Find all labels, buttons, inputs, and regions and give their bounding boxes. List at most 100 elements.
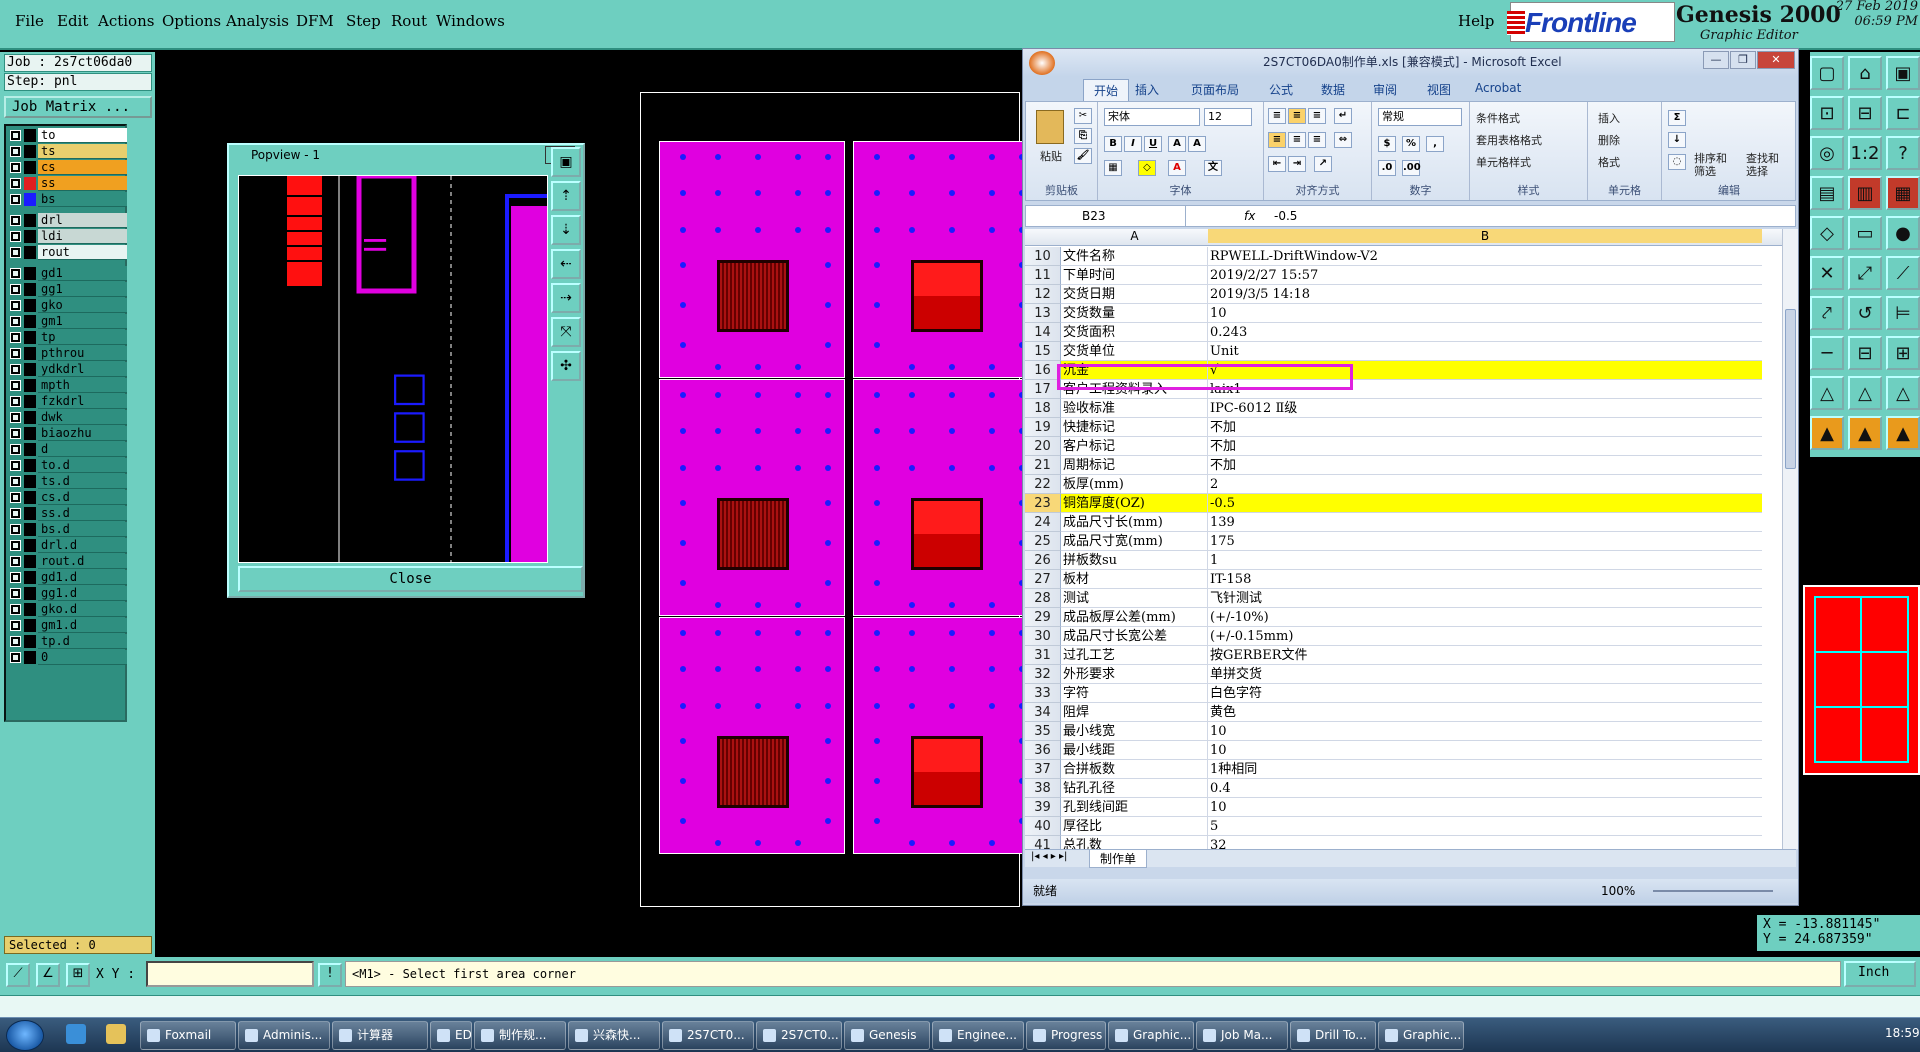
row-number[interactable]: 19 xyxy=(1025,418,1061,437)
unit-selector[interactable]: Inch xyxy=(1844,961,1916,987)
cell-b[interactable]: 不加 xyxy=(1208,418,1762,437)
increase-decimal-icon[interactable]: .0 xyxy=(1378,160,1396,176)
cell-b[interactable]: 5 xyxy=(1208,817,1762,836)
row-number[interactable]: 28 xyxy=(1025,589,1061,608)
layer-checkbox[interactable] xyxy=(10,300,21,311)
menu-edit[interactable]: Edit xyxy=(57,12,88,30)
cell-b[interactable]: 139 xyxy=(1208,513,1762,532)
row-number[interactable]: 20 xyxy=(1025,437,1061,456)
menu-windows[interactable]: Windows xyxy=(436,12,505,30)
minimize-icon[interactable]: — xyxy=(1703,51,1729,69)
layer-color-swatch[interactable] xyxy=(24,161,36,174)
cell-b[interactable]: 0.243 xyxy=(1208,323,1762,342)
layer-name[interactable]: bs.d xyxy=(38,522,127,537)
layer-checkbox[interactable] xyxy=(10,396,21,407)
row-number[interactable]: 22 xyxy=(1025,475,1061,494)
paste-label[interactable]: 粘贴 xyxy=(1040,148,1062,164)
cell-b[interactable]: 10 xyxy=(1208,798,1762,817)
cell-a[interactable]: 阻焊 xyxy=(1061,703,1208,722)
font-size-select[interactable]: 12 xyxy=(1204,108,1252,126)
cell-a[interactable]: 成品板厚公差(mm) xyxy=(1061,608,1208,627)
layer-name[interactable]: tp xyxy=(38,330,127,345)
cell-b[interactable]: 2019/3/5 14:18 xyxy=(1208,285,1762,304)
row-number[interactable]: 10 xyxy=(1025,247,1061,266)
fx-icon[interactable]: fx xyxy=(1244,206,1255,226)
ribbon-tab[interactable]: 公式 xyxy=(1269,81,1293,98)
cell-b[interactable]: 飞针测试 xyxy=(1208,589,1762,608)
layer-row-rout.d[interactable]: rout.d xyxy=(8,554,127,569)
align-left-icon[interactable]: ≡ xyxy=(1268,132,1286,148)
layer-color-swatch[interactable] xyxy=(24,145,36,158)
cell-b[interactable]: (+/-0.15mm) xyxy=(1208,627,1762,646)
taskbar-item[interactable]: Genesis xyxy=(844,1021,930,1050)
layer-name[interactable]: gko xyxy=(38,298,127,313)
layer-name[interactable]: ss xyxy=(38,176,127,191)
layer-checkbox[interactable] xyxy=(10,284,21,295)
row-number[interactable]: 30 xyxy=(1025,627,1061,646)
currency-icon[interactable]: $ xyxy=(1378,136,1396,152)
layer-row-gd1[interactable]: gd1 xyxy=(8,266,127,281)
layer-checkbox[interactable] xyxy=(10,588,21,599)
zoom-fit-icon[interactable]: ▣ xyxy=(551,147,581,177)
layer-row-ss.d[interactable]: ss.d xyxy=(8,506,127,521)
cell-a[interactable]: 客户标记 xyxy=(1061,437,1208,456)
layer-name[interactable]: dwk xyxy=(38,410,127,425)
wrap-text-icon[interactable]: ↵ xyxy=(1334,108,1352,124)
tool-button-icon[interactable]: ▲ xyxy=(1810,416,1844,450)
layer-row-biaozhu[interactable]: biaozhu xyxy=(8,426,127,441)
font-color-icon[interactable]: A xyxy=(1168,160,1186,176)
cell-b[interactable]: 2 xyxy=(1208,475,1762,494)
cell-a[interactable]: 厚径比 xyxy=(1061,817,1208,836)
autosum-icon[interactable]: Σ xyxy=(1668,110,1686,126)
tool-button-icon[interactable]: ⤤ xyxy=(1810,296,1844,330)
number-format-select[interactable]: 常规 xyxy=(1378,108,1462,126)
pcb-panel[interactable] xyxy=(659,617,845,854)
cell-b[interactable]: 2019/2/27 15:57 xyxy=(1208,266,1762,285)
layer-row-fzkdrl[interactable]: fzkdrl xyxy=(8,394,127,409)
measure-icon[interactable]: ∠ xyxy=(36,963,60,987)
layer-checkbox[interactable] xyxy=(10,444,21,455)
cell-b[interactable]: 10 xyxy=(1208,741,1762,760)
popview-canvas[interactable]: II □□□ xyxy=(238,175,548,563)
layer-row-cs.d[interactable]: cs.d xyxy=(8,490,127,505)
ribbon-tab[interactable]: 数据 xyxy=(1321,81,1345,98)
cell-a[interactable]: 最小线宽 xyxy=(1061,722,1208,741)
menu-dfm[interactable]: DFM xyxy=(296,12,334,30)
cell-a[interactable]: 成品尺寸宽(mm) xyxy=(1061,532,1208,551)
layer-checkbox[interactable] xyxy=(10,476,21,487)
menu-rout[interactable]: Rout xyxy=(391,12,427,30)
layer-color-swatch[interactable] xyxy=(24,363,36,376)
decrease-indent-icon[interactable]: ⇤ xyxy=(1268,156,1286,172)
tool-button-icon[interactable]: ⊡ xyxy=(1810,96,1844,130)
layer-color-swatch[interactable] xyxy=(24,193,36,206)
menu-file[interactable]: File xyxy=(15,12,44,30)
office-button-icon[interactable] xyxy=(1029,51,1055,75)
layer-row-rout[interactable]: rout xyxy=(8,245,127,260)
fill-color-icon[interactable]: ◇ xyxy=(1138,160,1156,176)
layer-row-pthrou[interactable]: pthrou xyxy=(8,346,127,361)
layer-color-swatch[interactable] xyxy=(24,523,36,536)
layer-checkbox[interactable] xyxy=(10,636,21,647)
tool-button-icon[interactable]: △ xyxy=(1848,376,1882,410)
cell-b[interactable]: RPWELL-DriftWindow-V2 xyxy=(1208,247,1762,266)
copy-icon[interactable]: ⎘ xyxy=(1074,128,1092,144)
tool-button-icon[interactable]: ⊨ xyxy=(1886,296,1920,330)
layer-checkbox[interactable] xyxy=(10,332,21,343)
zoom-in-icon[interactable]: ⇡ xyxy=(551,181,581,211)
layer-name[interactable]: tp.d xyxy=(38,634,127,649)
layer-checkbox[interactable] xyxy=(10,215,21,226)
layer-color-swatch[interactable] xyxy=(24,427,36,440)
layer-name[interactable]: to.d xyxy=(38,458,127,473)
cell-a[interactable]: 交货数量 xyxy=(1061,304,1208,323)
taskbar-item[interactable]: 兴森快... xyxy=(568,1021,660,1050)
layer-row-ts[interactable]: ts xyxy=(8,144,127,159)
phonetic-icon[interactable]: 文 xyxy=(1204,160,1222,176)
tool-button-icon[interactable]: ⊟ xyxy=(1848,96,1882,130)
layer-checkbox[interactable] xyxy=(10,540,21,551)
layer-checkbox[interactable] xyxy=(10,620,21,631)
align-bottom-icon[interactable]: ≡ xyxy=(1308,108,1326,124)
layer-name[interactable]: ldi xyxy=(38,229,127,244)
layer-name[interactable]: gm1.d xyxy=(38,618,127,633)
layer-row-tp.d[interactable]: tp.d xyxy=(8,634,127,649)
layer-row-ss[interactable]: ss xyxy=(8,176,127,191)
